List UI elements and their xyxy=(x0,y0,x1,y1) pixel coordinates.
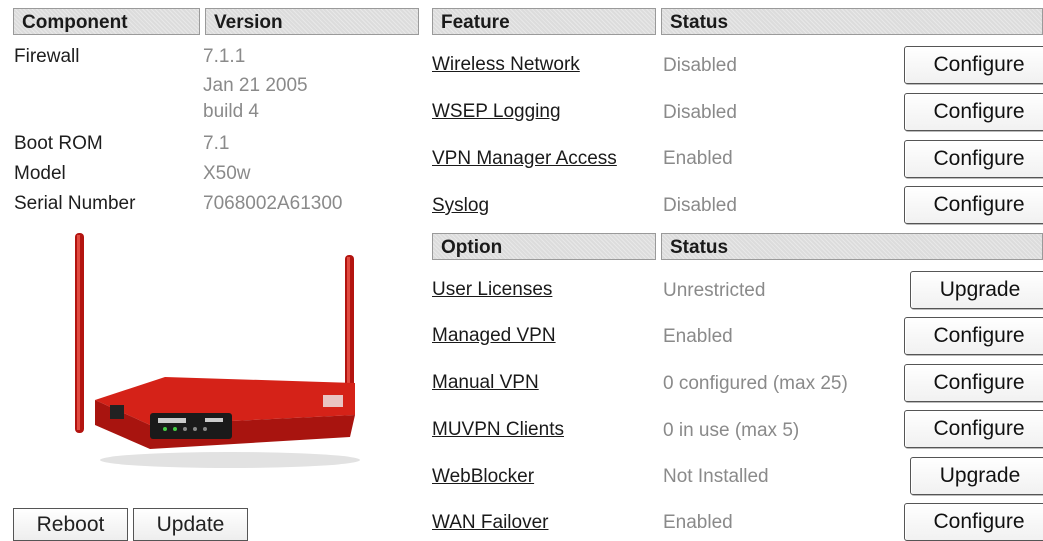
component-label-boot-rom: Boot ROM xyxy=(14,133,103,154)
option-status-column-header: Status xyxy=(661,233,1043,260)
firewall-build-number: build 4 xyxy=(203,101,259,122)
version-column-header: Version xyxy=(205,8,419,35)
component-label-model: Model xyxy=(14,163,66,184)
option-status-muvpn-clients: 0 in use (max 5) xyxy=(663,420,800,441)
feature-link-vpn-manager-access[interactable]: VPN Manager Access xyxy=(432,148,617,170)
option-link-managed-vpn[interactable]: Managed VPN xyxy=(432,325,556,347)
firewall-build-date: Jan 21 2005 xyxy=(203,75,308,96)
firewall-version: 7.1.1 xyxy=(203,46,246,67)
configure-button-wan-failover[interactable]: Configure xyxy=(904,503,1043,541)
option-status-user-licenses: Unrestricted xyxy=(663,280,766,301)
option-column-header: Option xyxy=(432,233,656,260)
option-status-wan-failover: Enabled xyxy=(663,512,733,533)
option-link-webblocker[interactable]: WebBlocker xyxy=(432,466,534,488)
option-link-user-licenses[interactable]: User Licenses xyxy=(432,279,552,301)
option-link-wan-failover[interactable]: WAN Failover xyxy=(432,512,548,534)
serial-number-value: 7068002A61300 xyxy=(203,193,343,214)
option-status-manual-vpn: 0 configured (max 25) xyxy=(663,373,848,394)
option-link-manual-vpn[interactable]: Manual VPN xyxy=(432,372,539,394)
configure-button-vpn-manager-access[interactable]: Configure xyxy=(904,140,1043,178)
component-label-serial-number: Serial Number xyxy=(14,193,136,214)
component-label-firewall: Firewall xyxy=(14,46,80,67)
feature-status-wireless-network: Disabled xyxy=(663,55,737,76)
feature-status-vpn-manager-access: Enabled xyxy=(663,148,733,169)
feature-link-syslog[interactable]: Syslog xyxy=(432,195,489,217)
feature-column-header: Feature xyxy=(432,8,656,35)
configure-button-wireless-network[interactable]: Configure xyxy=(904,46,1043,84)
upgrade-button-webblocker[interactable]: Upgrade xyxy=(910,457,1043,495)
feature-status-syslog: Disabled xyxy=(663,195,737,216)
option-status-webblocker: Not Installed xyxy=(663,466,769,487)
option-status-managed-vpn: Enabled xyxy=(663,326,733,347)
router-device-image xyxy=(75,233,360,468)
feature-link-wsep-logging[interactable]: WSEP Logging xyxy=(432,101,561,123)
feature-status-wsep-logging: Disabled xyxy=(663,102,737,123)
configure-button-muvpn-clients[interactable]: Configure xyxy=(904,410,1043,448)
reboot-button[interactable]: Reboot xyxy=(13,508,128,541)
feature-link-wireless-network[interactable]: Wireless Network xyxy=(432,54,580,76)
upgrade-button-user-licenses[interactable]: Upgrade xyxy=(910,271,1043,309)
boot-rom-version: 7.1 xyxy=(203,133,230,154)
component-column-header: Component xyxy=(13,8,200,35)
configure-button-manual-vpn[interactable]: Configure xyxy=(904,364,1043,402)
configure-button-wsep-logging[interactable]: Configure xyxy=(904,93,1043,131)
option-link-muvpn-clients[interactable]: MUVPN Clients xyxy=(432,419,564,441)
configure-button-syslog[interactable]: Configure xyxy=(904,186,1043,224)
configure-button-managed-vpn[interactable]: Configure xyxy=(904,317,1043,355)
model-value: X50w xyxy=(203,163,251,184)
feature-status-column-header: Status xyxy=(661,8,1043,35)
update-button[interactable]: Update xyxy=(133,508,248,541)
